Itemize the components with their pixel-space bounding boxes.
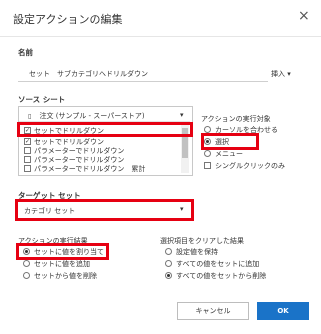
close-icon[interactable]: × [298,8,310,24]
ok-button[interactable]: OK [257,302,309,320]
name-label: 名前 [18,48,33,57]
insert-button[interactable]: 挿入 ▾ [271,69,291,79]
cancel-button[interactable]: キャンセル [177,302,249,320]
name-field[interactable]: セット サブカテゴリへドリルダウン [29,69,148,79]
highlight-box [201,133,259,150]
highlight-box [15,199,194,221]
checkbox[interactable] [24,165,31,172]
checkbox[interactable]: ✓ [24,138,31,145]
dialog-title: 設定アクションの編集 [13,13,123,26]
chevron-down-icon: ▾ [287,70,291,78]
highlight-box [16,243,109,260]
checkbox[interactable] [24,156,31,163]
clear-result-label: 選択項目をクリアした結果 [160,237,244,245]
datasource-dropdown[interactable]: ▯ 注文 (サンプル - スーパーストア) [28,111,145,121]
highlight-box [17,122,193,137]
run-target-label: アクションの実行対象 [201,115,271,123]
chevron-down-icon[interactable]: ▾ [180,111,184,119]
database-icon: ▯ [28,113,32,120]
checkbox[interactable] [204,162,211,169]
source-sheet-label: ソース シート [18,95,66,104]
checkbox[interactable] [24,147,31,154]
name-field-underline [18,81,268,82]
